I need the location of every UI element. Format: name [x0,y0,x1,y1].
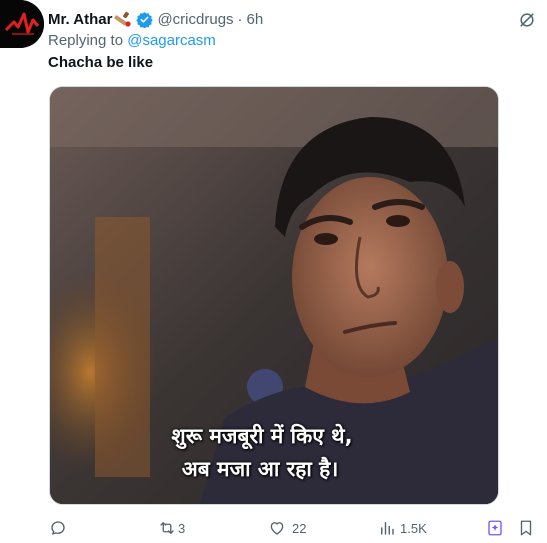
verified-icon[interactable] [136,11,154,28]
tweet-text: Chacha be like [48,54,154,71]
like-count: 22 [292,520,307,536]
like-button[interactable]: 22 [268,514,306,542]
tweet-media-image[interactable]: शुरू मजबूरी में किए थे, अब मजा आ रहा है। [49,86,499,505]
replying-to-handle[interactable]: @sagarcasm [127,32,216,49]
retweet-count: 3 [178,520,186,536]
like-icon [270,522,284,535]
retweet-icon [160,522,174,534]
meme-caption-line-1: शुरू मजबूरी में किए थे, [171,424,353,448]
meme-caption-line-2: अब मजा आ रहा है। [181,457,339,481]
reply-icon [51,521,65,535]
grok-explain-icon [488,520,502,536]
reply-button[interactable] [49,514,73,542]
author-handle[interactable]: @cricdrugs [157,11,233,28]
views-icon [381,522,394,535]
tweet-action-bar: 3 22 1.5K [0,514,547,542]
avatar-logo-icon [0,0,44,48]
replying-to: Replying to @sagarcasm [48,32,216,49]
bat-emoji-icon [114,11,132,27]
views-count: 1.5K [400,520,427,536]
separator-dot: · [237,10,243,28]
avatar[interactable] [0,0,44,48]
tweet-header: Mr. Athar @cricdrugs · 6h [48,9,263,29]
retweet-button[interactable]: 3 [158,514,185,542]
bookmark-icon [520,520,532,536]
grok-icon[interactable] [517,10,537,30]
grok-explain-button[interactable] [486,514,504,542]
replying-prefix: Replying to [48,32,124,49]
bookmark-button[interactable] [517,514,535,542]
views-button[interactable]: 1.5K [378,514,427,542]
tweet-time[interactable]: 6h [247,11,264,28]
author-name[interactable]: Mr. Athar [48,11,112,28]
